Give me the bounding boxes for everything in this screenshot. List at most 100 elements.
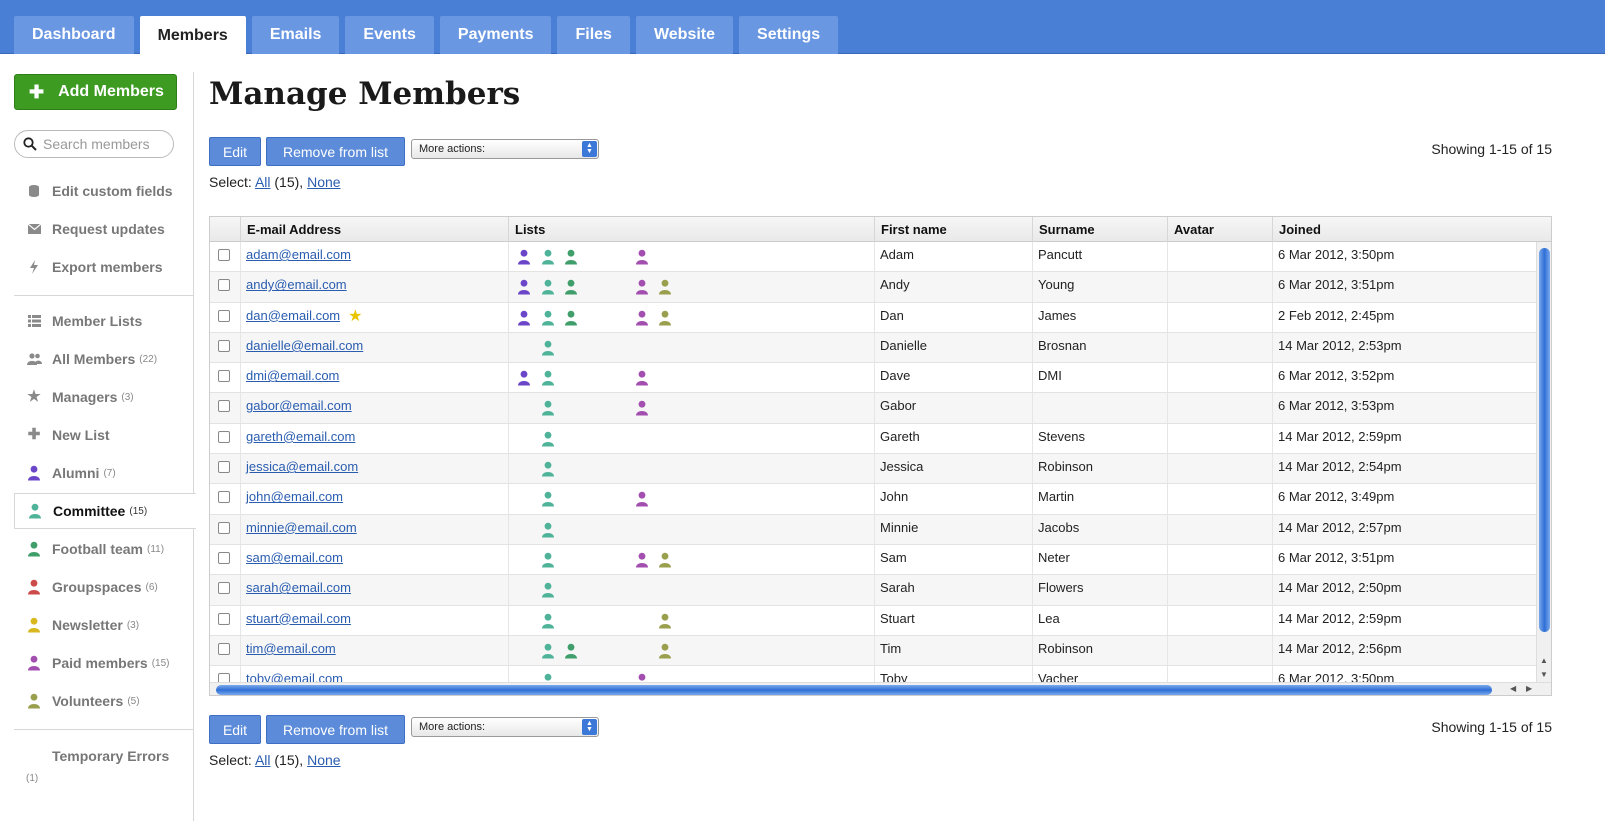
remove-from-list-button-bottom[interactable]: Remove from list [266, 715, 405, 744]
email-link[interactable]: sam@email.com [246, 550, 343, 565]
list-paid-person-icon[interactable] [635, 249, 649, 265]
email-link[interactable]: dmi@email.com [246, 368, 339, 383]
list-paid-person-icon[interactable] [635, 370, 649, 386]
list-volunteers-person-icon[interactable] [658, 643, 672, 659]
sidebar-item-newsletter[interactable]: Newsletter (3) [14, 607, 194, 643]
list-committee-person-icon[interactable] [541, 370, 555, 386]
tab-members[interactable]: Members [139, 16, 246, 55]
email-link[interactable]: andy@email.com [246, 277, 347, 292]
select-all-link[interactable]: All [255, 174, 271, 190]
list-committee-person-icon[interactable] [541, 310, 555, 326]
email-link[interactable]: sarah@email.com [246, 580, 351, 595]
list-football-person-icon[interactable] [564, 279, 578, 295]
email-link[interactable]: john@email.com [246, 489, 343, 504]
list-paid-person-icon[interactable] [635, 279, 649, 295]
list-committee-person-icon[interactable] [541, 552, 555, 568]
row-checkbox[interactable] [218, 400, 230, 413]
tab-payments[interactable]: Payments [439, 16, 552, 54]
sidebar-item-edit-custom-fields[interactable]: Edit custom fields [14, 173, 194, 209]
list-committee-person-icon[interactable] [541, 249, 555, 265]
sidebar-item-new-list[interactable]: ✚ New List [14, 417, 194, 453]
sidebar-item-temporary-errors[interactable]: Temporary Errors (1) [14, 744, 194, 790]
tab-website[interactable]: Website [635, 16, 734, 54]
email-link[interactable]: dan@email.com [246, 308, 340, 323]
list-volunteers-person-icon[interactable] [658, 552, 672, 568]
list-paid-person-icon[interactable] [635, 673, 649, 682]
sidebar-item-groupspaces[interactable]: Groupspaces (6) [14, 569, 194, 605]
column-header-avatar[interactable]: Avatar [1168, 217, 1273, 242]
list-committee-person-icon[interactable] [541, 643, 555, 659]
sidebar-item-football-team[interactable]: Football team (11) [14, 531, 194, 567]
row-checkbox[interactable] [218, 673, 230, 682]
sidebar-item-member-lists[interactable]: Member Lists [14, 303, 194, 339]
sidebar-item-request-updates[interactable]: Request updates [14, 211, 194, 247]
sidebar-item-volunteers[interactable]: Volunteers (5) [14, 683, 194, 719]
row-checkbox[interactable] [218, 491, 230, 504]
column-header-surname[interactable]: Surname [1033, 217, 1168, 242]
list-football-person-icon[interactable] [564, 249, 578, 265]
select-none-link-bottom[interactable]: None [307, 752, 340, 768]
list-committee-person-icon[interactable] [541, 491, 555, 507]
sidebar-item-alumni[interactable]: Alumni (7) [14, 455, 194, 491]
add-members-button[interactable]: ✚ Add Members [14, 74, 177, 110]
row-checkbox[interactable] [218, 461, 230, 474]
email-link[interactable]: danielle@email.com [246, 338, 363, 353]
list-football-person-icon[interactable] [564, 310, 578, 326]
row-checkbox[interactable] [218, 521, 230, 534]
edit-button-bottom[interactable]: Edit [209, 715, 261, 744]
vertical-scrollbar[interactable]: ▲ ▼ [1536, 242, 1551, 682]
tab-files[interactable]: Files [557, 16, 630, 54]
email-link[interactable]: stuart@email.com [246, 611, 351, 626]
sidebar-item-all-members[interactable]: All Members (22) [14, 341, 194, 377]
tab-events[interactable]: Events [345, 16, 434, 54]
tab-settings[interactable]: Settings [739, 16, 839, 54]
row-checkbox[interactable] [218, 339, 230, 352]
email-link[interactable]: toby@email.com [246, 671, 343, 682]
email-link[interactable]: gareth@email.com [246, 429, 355, 444]
scroll-right-icon[interactable]: ▶ [1526, 684, 1532, 693]
scroll-down-icon[interactable]: ▼ [1540, 670, 1548, 679]
select-all-link-bottom[interactable]: All [255, 752, 271, 768]
sidebar-item-managers[interactable]: ★ Managers (3) [14, 379, 194, 415]
sidebar-item-paid-members[interactable]: Paid members (15) [14, 645, 194, 681]
horizontal-scroll-thumb[interactable] [216, 685, 1492, 695]
list-committee-person-icon[interactable] [541, 340, 555, 356]
column-header-joined[interactable]: Joined [1273, 217, 1538, 242]
list-paid-person-icon[interactable] [635, 491, 649, 507]
column-header-e-mail-address[interactable]: E-mail Address [241, 217, 509, 242]
list-alumni-person-icon[interactable] [517, 370, 531, 386]
horizontal-scrollbar[interactable]: ◀ ▶ [210, 682, 1551, 695]
list-committee-person-icon[interactable] [541, 431, 555, 447]
row-checkbox[interactable] [218, 309, 230, 322]
list-committee-person-icon[interactable] [541, 673, 555, 682]
email-link[interactable]: jessica@email.com [246, 459, 358, 474]
list-volunteers-person-icon[interactable] [658, 613, 672, 629]
row-checkbox[interactable] [218, 582, 230, 595]
select-none-link[interactable]: None [307, 174, 340, 190]
search-input[interactable] [43, 136, 168, 152]
email-link[interactable]: minnie@email.com [246, 520, 357, 535]
list-alumni-person-icon[interactable] [517, 249, 531, 265]
list-paid-person-icon[interactable] [635, 400, 649, 416]
list-committee-person-icon[interactable] [541, 400, 555, 416]
scroll-up-icon[interactable]: ▲ [1540, 656, 1548, 665]
list-paid-person-icon[interactable] [635, 552, 649, 568]
sidebar-item-export-members[interactable]: Export members [14, 249, 194, 285]
column-header-lists[interactable]: Lists [509, 217, 875, 242]
row-checkbox[interactable] [218, 612, 230, 625]
email-link[interactable]: adam@email.com [246, 247, 351, 262]
list-football-person-icon[interactable] [564, 643, 578, 659]
vertical-scroll-thumb[interactable] [1539, 248, 1550, 632]
edit-button[interactable]: Edit [209, 137, 261, 166]
list-alumni-person-icon[interactable] [517, 310, 531, 326]
tab-emails[interactable]: Emails [251, 16, 340, 54]
row-checkbox[interactable] [218, 642, 230, 655]
list-paid-person-icon[interactable] [635, 310, 649, 326]
row-checkbox[interactable] [218, 430, 230, 443]
email-link[interactable]: gabor@email.com [246, 398, 352, 413]
remove-from-list-button[interactable]: Remove from list [266, 137, 405, 166]
column-header-first-name[interactable]: First name [875, 217, 1033, 242]
more-actions-select-bottom[interactable]: More actions: ▲ ▼ [411, 717, 599, 737]
row-checkbox[interactable] [218, 279, 230, 292]
list-alumni-person-icon[interactable] [517, 279, 531, 295]
